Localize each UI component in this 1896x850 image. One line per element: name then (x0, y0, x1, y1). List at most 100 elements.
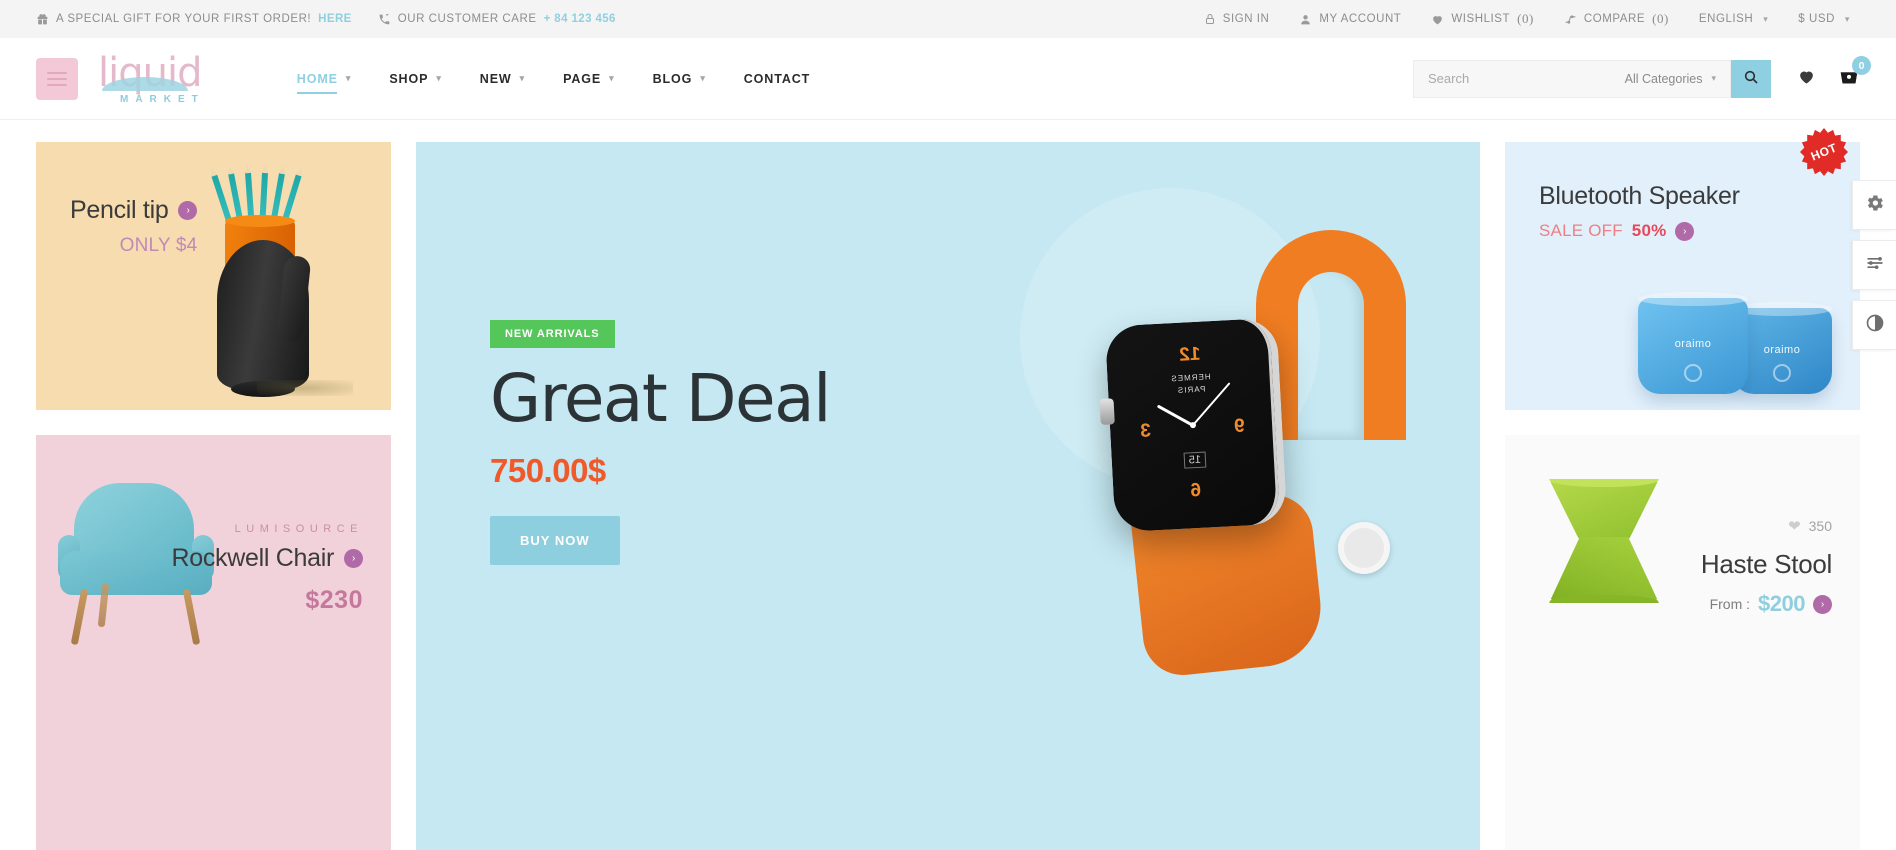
pencil-holder-image (195, 158, 353, 398)
cart-button[interactable]: 0 (1838, 56, 1871, 92)
category-dropdown[interactable]: All Categories ▾ (1625, 72, 1730, 86)
search-input[interactable] (1414, 71, 1625, 86)
nav-item-page[interactable]: PAGE ▾ (563, 66, 615, 92)
banner-stool-title: Haste Stool (1700, 549, 1832, 579)
hero-banner-great-deal[interactable]: HERMES PARIS 12 3 9 6 15 NEW ARRIVALS Gr… (416, 142, 1480, 850)
nav-item-shop[interactable]: SHOP ▾ (389, 66, 441, 92)
compare-label: COMPARE (1583, 13, 1646, 25)
burger-line (47, 83, 67, 86)
wishlist-icon-button[interactable] (1797, 67, 1816, 91)
speaker-control-knob (1684, 364, 1702, 382)
burger-line (47, 71, 67, 74)
stool-image (1549, 479, 1669, 649)
banner-stool-text: ❤ 350 Haste Stool From : $200 › (1701, 517, 1832, 617)
language-label: ENGLISH (1698, 13, 1754, 25)
special-gift-notice[interactable]: A SPECIAL GIFT FOR YOUR FIRST ORDER! HER… (36, 13, 352, 26)
heart-icon (1431, 13, 1444, 26)
compare-icon (1564, 13, 1577, 26)
banner-stool-price: $200 (1758, 591, 1805, 616)
banner-stool-from-label: From : (1709, 596, 1751, 612)
banner-pencil-title-row: Pencil tip › (70, 196, 198, 225)
left-banner-column: Pencil tip › ONLY $4 LUMISOURCE Rockwell… (36, 142, 391, 850)
watch-band-clasp (1338, 522, 1390, 574)
currency-label: $ USD (1798, 13, 1835, 25)
nav-item-home[interactable]: HOME ▾ (296, 66, 352, 94)
sign-in-link[interactable]: SIGN IN (1204, 13, 1270, 25)
arrow-right-icon[interactable]: › (344, 549, 363, 568)
arrow-right-icon[interactable]: › (1675, 221, 1695, 241)
stool-like-count: 350 (1808, 518, 1832, 534)
my-account-link[interactable]: MY ACCOUNT (1299, 13, 1401, 26)
chevron-down-icon: ▾ (1763, 13, 1769, 24)
right-banner-column: Bluetooth Speaker SALE OFF 50% › oraimo … (1505, 142, 1860, 850)
hero-title: Great Deal (490, 360, 831, 437)
header-action-icons: 0 (1797, 56, 1871, 92)
language-selector[interactable]: ENGLISH ▾ (1699, 13, 1768, 25)
speaker-unit-front: oraimo (1638, 292, 1748, 394)
menu-toggle-button[interactable] (36, 57, 78, 100)
watch-crown (1099, 398, 1115, 425)
special-gift-link[interactable]: HERE (318, 13, 352, 25)
compare-link[interactable]: COMPARE (0) (1564, 11, 1669, 27)
banner-haste-stool[interactable]: ❤ 350 Haste Stool From : $200 › (1505, 435, 1860, 850)
buy-now-button[interactable]: BUY NOW (490, 516, 620, 565)
logo-wordmark: liquid (98, 53, 205, 93)
compare-count: (0) (1652, 11, 1669, 26)
chevron-down-icon: ▾ (519, 73, 526, 83)
burger-line (47, 77, 67, 80)
category-label: All Categories (1624, 71, 1703, 86)
chevron-down-icon: ▾ (1711, 73, 1716, 83)
speaker-brand-label: oraimo (1674, 338, 1712, 351)
site-logo[interactable]: liquid MARKET (98, 53, 205, 105)
logo-tagline: MARKET (120, 93, 205, 105)
customer-care-phone[interactable]: + 84 123 456 (544, 13, 616, 25)
hero-price: 750.00$ (490, 452, 606, 489)
contrast-toggle-button[interactable] (1852, 300, 1896, 350)
nav-item-blog[interactable]: BLOG ▾ (653, 66, 706, 92)
chevron-down-icon: ▾ (609, 73, 615, 83)
lock-icon (1204, 13, 1216, 25)
contrast-icon (1865, 313, 1885, 338)
stool-like-count-row: ❤ 350 (1701, 517, 1832, 535)
banner-speaker-text: Bluetooth Speaker SALE OFF 50% › (1539, 182, 1740, 241)
watch-hour-6: 6 (1189, 479, 1202, 502)
banner-chair-title-row: Rockwell Chair › (171, 544, 363, 573)
wishlist-link[interactable]: WISHLIST (0) (1431, 11, 1534, 27)
hero-text-block: NEW ARRIVALS Great Deal 750.00$ BUY NOW (490, 320, 831, 565)
banner-speaker-sale-row: SALE OFF 50% › (1539, 221, 1740, 241)
nav-item-new[interactable]: NEW ▾ (480, 66, 525, 92)
speaker-control-knob (1773, 364, 1791, 382)
main-navigation: HOME ▾ SHOP ▾ NEW ▾ PAGE ▾ BLOG ▾ CONTAC… (296, 66, 810, 94)
topbar-right-group: SIGN IN MY ACCOUNT WISHLIST (0) COMPARE … (1204, 11, 1850, 27)
speaker-brand-label: oraimo (1763, 344, 1801, 357)
heart-icon (1797, 67, 1816, 91)
search-box: All Categories ▾ (1413, 59, 1731, 98)
chevron-down-icon: ▾ (436, 73, 442, 83)
banner-rockwell-chair[interactable]: LUMISOURCE Rockwell Chair › $230 (36, 435, 391, 850)
sliders-icon (1865, 253, 1885, 278)
banner-pencil-subtitle: ONLY $4 (119, 235, 198, 256)
nav-label: CONTACT (743, 71, 811, 86)
banner-stool-price-row: From : $200 › (1701, 591, 1832, 617)
banner-bluetooth-speaker[interactable]: Bluetooth Speaker SALE OFF 50% › oraimo … (1505, 142, 1860, 410)
search-icon (1743, 69, 1759, 88)
customer-care-notice[interactable]: OUR CUSTOMER CARE + 84 123 456 (378, 13, 616, 26)
watch-case: HERMES PARIS 12 3 9 6 15 (1099, 317, 1288, 533)
banner-pencil-tip[interactable]: Pencil tip › ONLY $4 (36, 142, 391, 410)
special-gift-text: A SPECIAL GIFT FOR YOUR FIRST ORDER! (56, 13, 312, 25)
currency-selector[interactable]: $ USD ▾ (1798, 13, 1850, 25)
nav-item-contact[interactable]: CONTACT (744, 66, 810, 92)
banner-chair-price: $230 (305, 586, 363, 614)
nav-label: SHOP (389, 71, 429, 86)
gear-icon (1865, 193, 1885, 218)
search-submit-button[interactable] (1731, 59, 1771, 98)
settings-gear-button[interactable] (1852, 180, 1896, 230)
arrow-right-icon[interactable]: › (1813, 594, 1832, 614)
banner-chair-brand: LUMISOURCE (234, 523, 363, 535)
banner-pencil-title: Pencil tip (70, 196, 169, 224)
chevron-down-icon: ▾ (345, 73, 352, 83)
hot-badge-label: HOT (1808, 140, 1840, 164)
layout-options-button[interactable] (1852, 240, 1896, 290)
nav-label: NEW (479, 71, 512, 86)
watch-face: HERMES PARIS 12 3 9 6 15 (1122, 335, 1264, 516)
